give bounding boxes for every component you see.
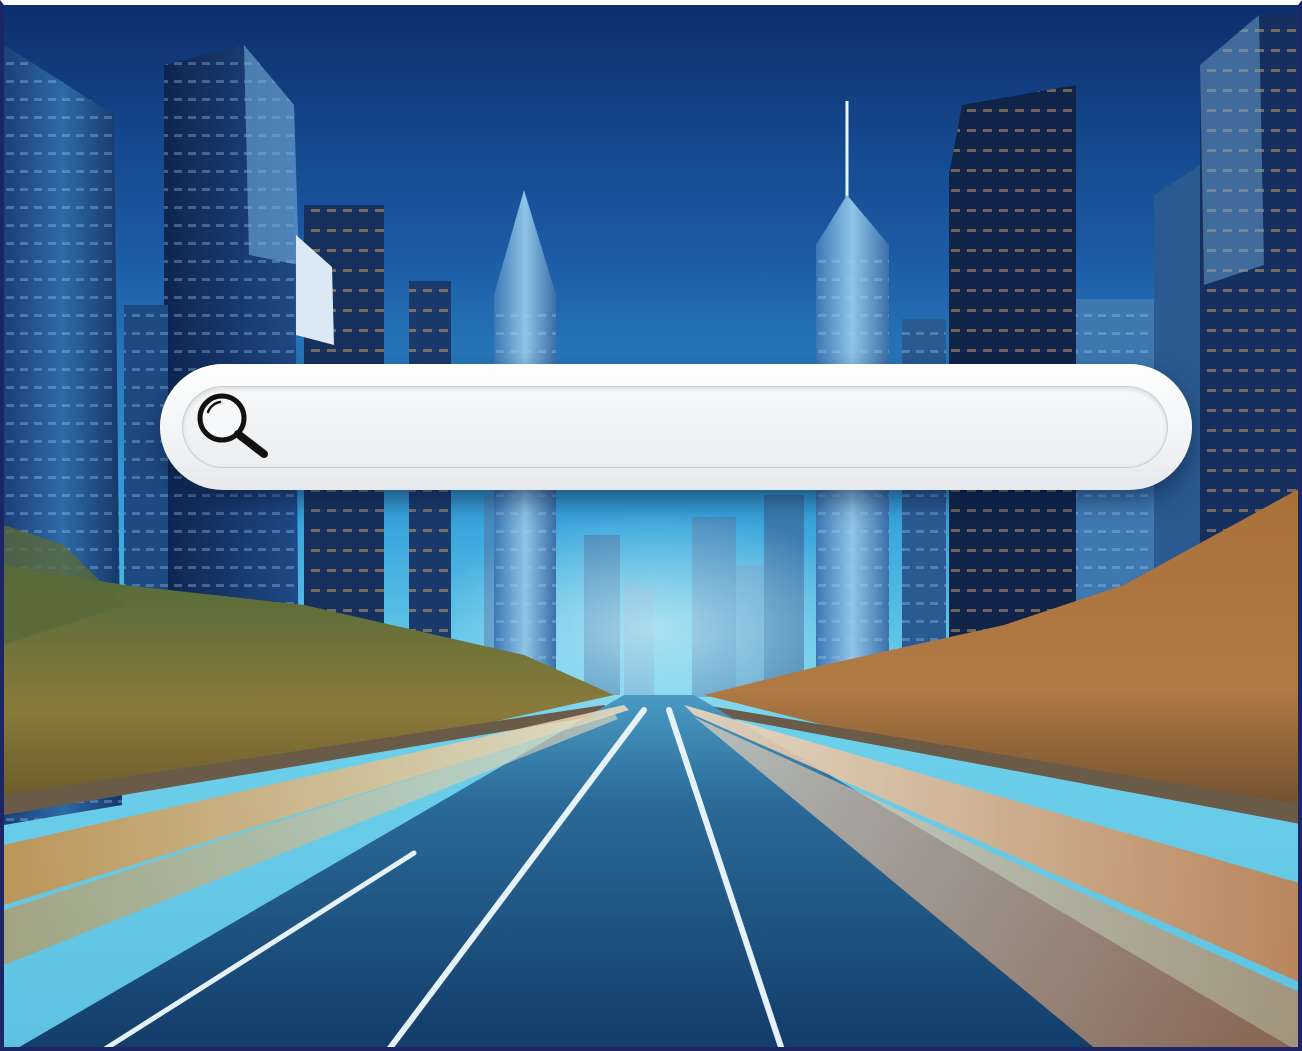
city-road-background xyxy=(4,5,1298,1047)
search-input[interactable] xyxy=(280,398,1164,456)
search-icon[interactable] xyxy=(190,390,272,460)
image-frame xyxy=(0,0,1302,1051)
